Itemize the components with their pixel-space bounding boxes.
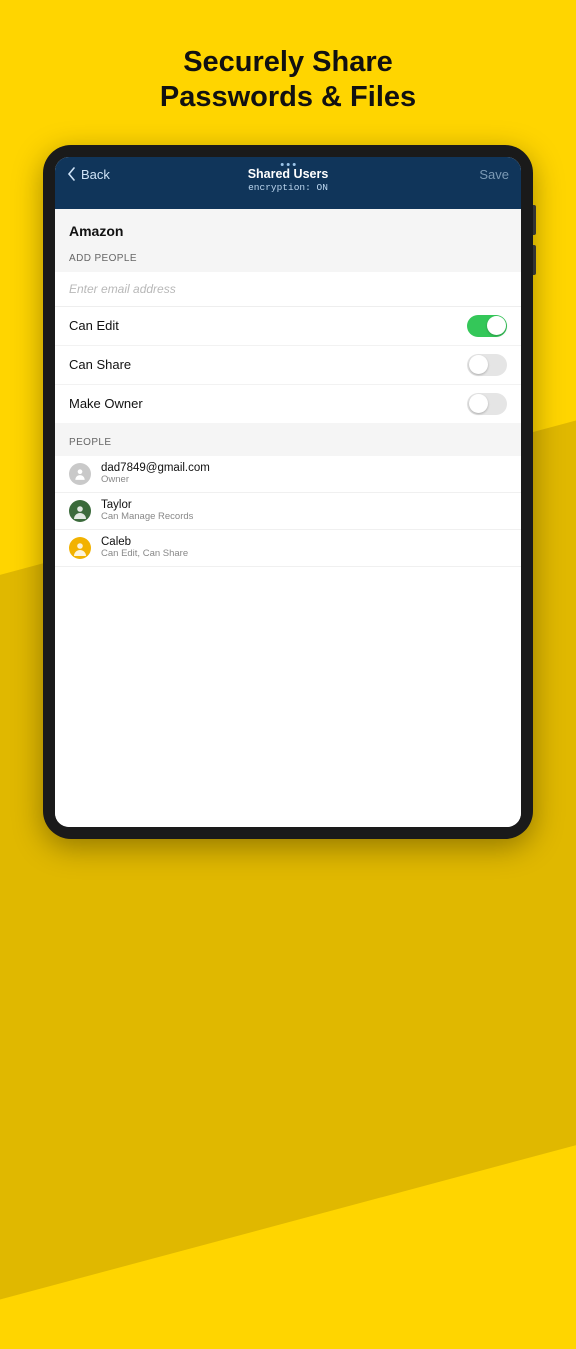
dots-icon	[248, 163, 329, 166]
save-button[interactable]: Save	[479, 167, 509, 182]
hero-line-1: Securely Share	[20, 45, 556, 80]
person-role: Can Edit, Can Share	[101, 549, 188, 560]
permission-toggle[interactable]	[467, 393, 507, 415]
hero-title: Securely Share Passwords & Files	[0, 0, 576, 145]
add-people-section-label: ADD PEOPLE	[55, 249, 521, 272]
permission-toggle[interactable]	[467, 315, 507, 337]
permission-toggle[interactable]	[467, 354, 507, 376]
avatar	[69, 463, 91, 485]
tablet-frame: Back Shared Users encryption: ON Save Am…	[43, 145, 533, 839]
person-info: dad7849@gmail.comOwner	[101, 462, 210, 486]
device-button	[533, 245, 536, 275]
account-name: Amazon	[55, 209, 521, 249]
person-role: Can Manage Records	[101, 512, 193, 523]
person-name: Taylor	[101, 499, 193, 512]
chevron-left-icon	[67, 167, 77, 181]
hero-line-2: Passwords & Files	[20, 80, 556, 115]
back-button[interactable]: Back	[67, 167, 110, 182]
nav-subtitle: encryption: ON	[248, 182, 329, 193]
device-button	[533, 205, 536, 235]
email-input[interactable]: Enter email address	[55, 272, 521, 307]
person-row[interactable]: CalebCan Edit, Can Share	[55, 530, 521, 567]
back-label: Back	[81, 167, 110, 182]
permission-row: Make Owner	[55, 384, 521, 423]
people-section-label: PEOPLE	[55, 423, 521, 456]
nav-title: Shared Users	[248, 167, 329, 181]
nav-bar: Back Shared Users encryption: ON Save	[55, 157, 521, 209]
permission-label: Make Owner	[69, 396, 143, 411]
avatar	[69, 537, 91, 559]
person-row[interactable]: TaylorCan Manage Records	[55, 493, 521, 530]
permission-row: Can Edit	[55, 307, 521, 345]
add-people-card: Enter email address Can Edit Can Share Mak…	[55, 272, 521, 423]
app-screen: Back Shared Users encryption: ON Save Am…	[55, 157, 521, 827]
person-role: Owner	[101, 475, 210, 486]
people-list: dad7849@gmail.comOwner TaylorCan Manage R…	[55, 456, 521, 567]
permission-label: Can Edit	[69, 318, 119, 333]
permission-row: Can Share	[55, 345, 521, 384]
person-row[interactable]: dad7849@gmail.comOwner	[55, 456, 521, 493]
avatar	[69, 500, 91, 522]
person-info: CalebCan Edit, Can Share	[101, 536, 188, 560]
person-info: TaylorCan Manage Records	[101, 499, 193, 523]
content-area	[55, 567, 521, 827]
person-name: dad7849@gmail.com	[101, 462, 210, 475]
nav-title-group: Shared Users encryption: ON	[248, 163, 329, 193]
permission-label: Can Share	[69, 357, 131, 372]
